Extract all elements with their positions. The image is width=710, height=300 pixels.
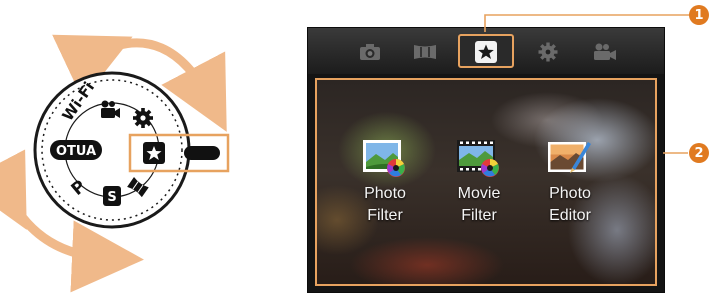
callout-1: 1 — [689, 5, 709, 25]
callout-2: 2 — [689, 143, 709, 163]
callout-lines — [484, 14, 690, 154]
